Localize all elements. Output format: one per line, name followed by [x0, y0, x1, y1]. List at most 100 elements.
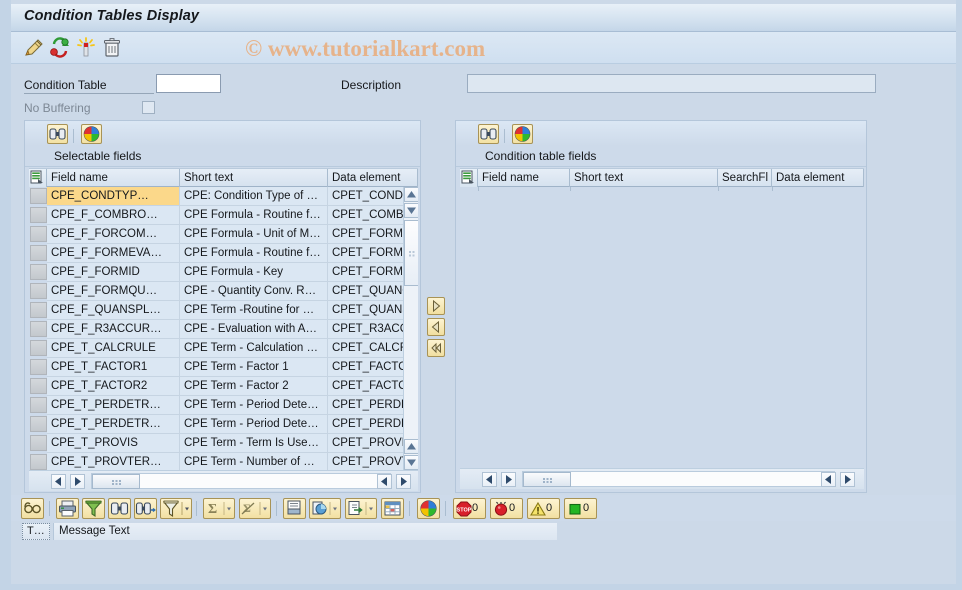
hscroll-right-end-button[interactable]: [840, 472, 855, 487]
left-vertical-scrollbar[interactable]: [403, 187, 418, 470]
scroll-up-bottom-button[interactable]: [404, 439, 418, 454]
palette-icon[interactable]: [81, 124, 102, 144]
row-selector[interactable]: [30, 264, 47, 280]
table-cell[interactable]: CPE_F_FORMEVA…: [47, 244, 180, 263]
scroll-down-bottom-button[interactable]: [404, 455, 418, 470]
row-selector[interactable]: [30, 245, 47, 261]
column-header[interactable]: Short text: [570, 169, 718, 187]
row-selector[interactable]: [30, 283, 47, 299]
row-selector[interactable]: [30, 378, 47, 394]
table-row[interactable]: CPE_F_COMBRO… CPE Formula - Routine f… CPE…: [29, 206, 418, 225]
find-icon[interactable]: [478, 124, 499, 144]
column-header[interactable]: Data element: [328, 169, 418, 187]
row-selector[interactable]: [30, 188, 47, 204]
scroll-up-button[interactable]: [404, 187, 418, 202]
right-horizontal-scrollbar[interactable]: [460, 468, 864, 489]
detail-button[interactable]: [283, 498, 306, 519]
row-selector[interactable]: [30, 416, 47, 432]
table-cell[interactable]: CPE Term - Term Is Use…: [180, 434, 328, 453]
table-row[interactable]: CPE_F_R3ACCUR… CPE - Evaluation with A… CP…: [29, 320, 418, 339]
table-row[interactable]: CPE_F_FORMID CPE Formula - Key CPET_FORMID: [29, 263, 418, 282]
sort-filter-button[interactable]: [160, 498, 192, 519]
generate-icon[interactable]: [75, 37, 97, 59]
hscroll-left-button[interactable]: [482, 472, 497, 487]
table-cell[interactable]: CPE - Quantity Conv. R…: [180, 282, 328, 301]
table-cell[interactable]: CPE Term - Period Dete…: [180, 415, 328, 434]
move-right-button[interactable]: [427, 297, 445, 315]
find-icon[interactable]: [47, 124, 68, 144]
table-row[interactable]: CPE_T_FACTOR1 CPE Term - Factor 1 CPET_FAC…: [29, 358, 418, 377]
row-selector[interactable]: [30, 435, 47, 451]
table-row[interactable]: CPE_T_PROVIS CPE Term - Term Is Use… CPET_…: [29, 434, 418, 453]
subtotal-button[interactable]: Σ: [239, 498, 271, 519]
find-next-button[interactable]: [134, 498, 157, 519]
refresh-icon[interactable]: [49, 37, 71, 59]
table-cell[interactable]: CPE Formula - Routine f…: [180, 244, 328, 263]
condition-table-input[interactable]: [156, 74, 221, 93]
table-cell[interactable]: CPE Term - Number of …: [180, 453, 328, 470]
hscroll-left-button[interactable]: [51, 474, 66, 489]
row-selector[interactable]: [30, 340, 47, 356]
column-header[interactable]: Field name: [478, 169, 570, 187]
table-cell[interactable]: CPE Formula - Routine f…: [180, 206, 328, 225]
check-button[interactable]: [21, 498, 44, 519]
table-cell[interactable]: CPE Term - Factor 2: [180, 377, 328, 396]
select-all-icon[interactable]: [460, 169, 478, 187]
message-type-column[interactable]: T…: [22, 523, 50, 540]
hscroll-left-end-button[interactable]: [821, 472, 836, 487]
table-cell[interactable]: CPE Formula - Key: [180, 263, 328, 282]
row-selector[interactable]: [30, 397, 47, 413]
export-button[interactable]: [309, 498, 341, 519]
scroll-down-button[interactable]: [404, 203, 418, 218]
hscroll-left-end-button[interactable]: [377, 474, 392, 489]
left-horizontal-scrollbar[interactable]: [29, 470, 418, 491]
description-input[interactable]: [467, 74, 876, 93]
total-button[interactable]: Σ: [203, 498, 235, 519]
table-row[interactable]: CPE_F_FORMEVA… CPE Formula - Routine f… CP…: [29, 244, 418, 263]
palette-icon[interactable]: [512, 124, 533, 144]
status-abort-badge[interactable]: STOP 0: [453, 498, 486, 519]
print-button[interactable]: [56, 498, 79, 519]
status-error-badge[interactable]: 0: [490, 498, 523, 519]
hscroll-thumb[interactable]: [92, 474, 140, 489]
no-buffering-checkbox[interactable]: [142, 101, 155, 114]
table-cell[interactable]: CPE_T_CALCRULE: [47, 339, 180, 358]
row-selector[interactable]: [30, 359, 47, 375]
hscroll-right-end-button[interactable]: [396, 474, 411, 489]
table-cell[interactable]: CPE_F_QUANSPL…: [47, 301, 180, 320]
column-header[interactable]: Data element: [772, 169, 864, 187]
row-selector[interactable]: [30, 321, 47, 337]
row-selector[interactable]: [30, 302, 47, 318]
table-row[interactable]: CPE_T_CALCRULE CPE Term - Calculation … CP…: [29, 339, 418, 358]
layout-grid-button[interactable]: [381, 498, 404, 519]
table-cell[interactable]: CPE: Condition Type of …: [180, 187, 328, 206]
table-row[interactable]: CPE_CONDTYP… CPE: Condition Type of … CPET…: [29, 187, 418, 206]
table-cell[interactable]: CPE Term - Factor 1: [180, 358, 328, 377]
table-row[interactable]: CPE_T_FACTOR2 CPE Term - Factor 2 CPET_FAC…: [29, 377, 418, 396]
move-all-left-button[interactable]: [427, 339, 445, 357]
table-cell[interactable]: CPE_F_COMBRO…: [47, 206, 180, 225]
table-row[interactable]: CPE_F_FORMQU… CPE - Quantity Conv. R… CPET…: [29, 282, 418, 301]
scroll-thumb[interactable]: [404, 220, 418, 286]
table-cell[interactable]: CPE Formula - Unit of M…: [180, 225, 328, 244]
table-cell[interactable]: CPE_T_FACTOR1: [47, 358, 180, 377]
table-row[interactable]: CPE_T_PERDETR… CPE Term - Period Dete… CPE…: [29, 396, 418, 415]
table-cell[interactable]: CPE_T_PROVTER…: [47, 453, 180, 470]
layout-palette-button[interactable]: [417, 498, 440, 519]
column-header[interactable]: Short text: [180, 169, 328, 187]
filter-button[interactable]: [82, 498, 105, 519]
table-row[interactable]: CPE_T_PROVTER… CPE Term - Number of … CPET…: [29, 453, 418, 470]
table-cell[interactable]: CPE - Evaluation with A…: [180, 320, 328, 339]
table-cell[interactable]: CPE_T_PROVIS: [47, 434, 180, 453]
status-success-badge[interactable]: 0: [564, 498, 597, 519]
table-row[interactable]: CPE_F_QUANSPL… CPE Term -Routine for … CPE…: [29, 301, 418, 320]
display-change-icon[interactable]: [23, 37, 45, 59]
delete-icon[interactable]: [101, 37, 123, 59]
column-header[interactable]: Field name: [47, 169, 180, 187]
select-all-icon[interactable]: [29, 169, 47, 187]
table-cell[interactable]: CPE_T_PERDETR…: [47, 396, 180, 415]
row-selector[interactable]: [30, 207, 47, 223]
table-cell[interactable]: CPE_F_FORMQU…: [47, 282, 180, 301]
hscroll-thumb[interactable]: [523, 472, 571, 487]
local-file-button[interactable]: [345, 498, 377, 519]
